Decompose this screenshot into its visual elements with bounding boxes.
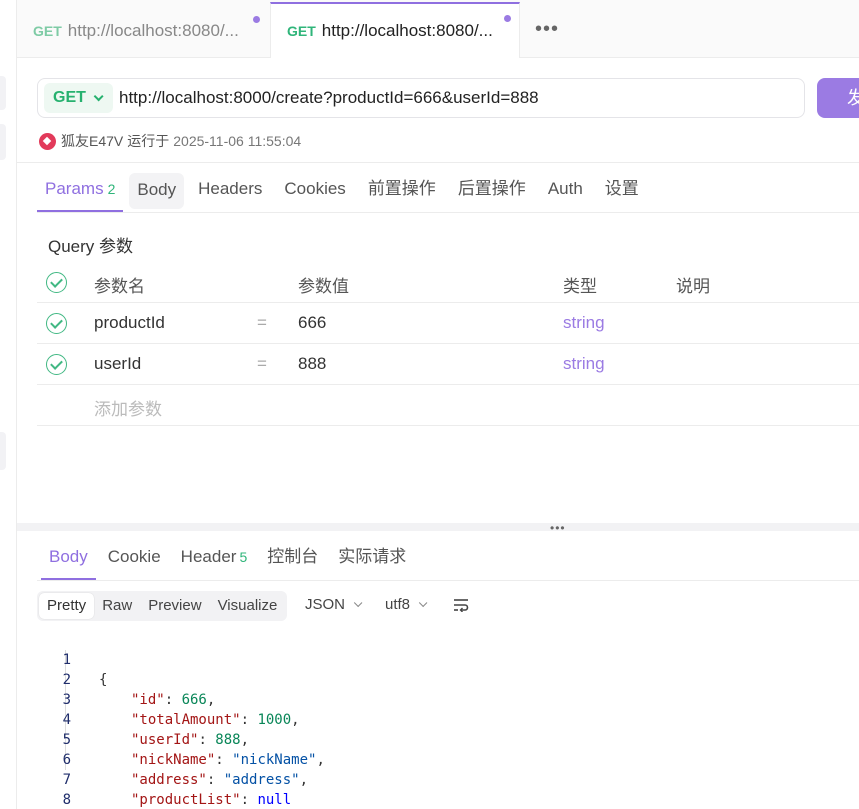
param-value[interactable]: 888	[298, 354, 326, 374]
header-type: 类型	[563, 277, 597, 296]
chevron-down-icon	[93, 90, 104, 101]
tab-auth[interactable]: Auth	[540, 170, 591, 212]
user-avatar-icon	[39, 132, 56, 150]
table-row: userId = 888 string	[37, 344, 859, 385]
tab-post-request[interactable]: 后置操作	[450, 170, 534, 212]
sidebar-handle[interactable]	[0, 76, 6, 110]
left-sidebar-strip	[0, 0, 17, 809]
mode-preview-button[interactable]: Preview	[140, 593, 209, 619]
method-select[interactable]: GET	[44, 83, 113, 113]
more-tabs-icon[interactable]: •••	[535, 3, 559, 58]
request-section-tabs: Params 2 Body Headers Cookies 前置操作 后置操作 A…	[37, 170, 653, 212]
table-header-row: 参数名 参数值 类型 说明	[37, 262, 859, 303]
format-type-value: JSON	[305, 596, 346, 613]
tab-body[interactable]: Body	[129, 173, 185, 209]
code-line: 2 "id": 666,	[37, 650, 859, 708]
query-params-title: Query 参数	[48, 237, 134, 256]
mode-raw-button[interactable]: Raw	[94, 593, 140, 619]
url-input[interactable]: http://localhost:8000/create?productId=6…	[119, 88, 539, 108]
tab-response-header[interactable]: Header 5	[173, 537, 256, 580]
equals-sign: =	[257, 313, 267, 332]
header-desc: 说明	[676, 277, 710, 296]
code-line: 6 "address": "address",	[37, 730, 859, 788]
table-row: productId = 666 string	[37, 303, 859, 344]
method-value: GET	[53, 89, 86, 106]
response-tabs: Body Cookie Header 5 控制台 实际请求	[41, 537, 418, 580]
encoding-value: utf8	[385, 596, 411, 613]
view-mode-group: Pretty Raw Preview Visualize	[37, 591, 288, 621]
tab-headers[interactable]: Headers	[190, 170, 270, 212]
run-user: 狐友E47V	[61, 133, 124, 149]
equals-sign: =	[257, 354, 267, 373]
chevron-down-icon	[418, 598, 428, 607]
divider	[37, 212, 859, 213]
code-line: 4 "userId": 888,	[37, 690, 859, 748]
sidebar-handle[interactable]	[0, 432, 6, 470]
tab-label: Header	[180, 547, 237, 566]
code-line: 7 "productList": null	[37, 750, 859, 808]
params-count-badge: 2	[107, 181, 116, 197]
unsaved-dot-icon	[253, 16, 260, 23]
mode-visualize-button[interactable]: Visualize	[210, 593, 286, 619]
tab-label: http://localhost:8080/...	[67, 20, 239, 40]
add-param-input[interactable]: 添加参数	[94, 395, 162, 420]
tab-response-cookie[interactable]: Cookie	[100, 537, 169, 580]
word-wrap-icon[interactable]	[453, 598, 469, 612]
tab-response-body[interactable]: Body	[41, 537, 96, 580]
run-info: 狐友E47V 运行于 2025-11-06 11:55:04	[39, 130, 301, 152]
unsaved-dot-icon	[504, 15, 511, 22]
param-name[interactable]: productId	[94, 313, 165, 333]
tab-settings[interactable]: 设置	[597, 170, 647, 212]
header-name: 参数名	[94, 277, 145, 296]
url-bar: GET http://localhost:8000/create?product…	[37, 78, 805, 118]
json-value: null	[257, 792, 292, 808]
tab-label: Params	[45, 179, 104, 198]
divider	[17, 162, 859, 163]
run-timestamp: 2025-11-06 11:55:04	[173, 133, 302, 149]
add-param-row: 添加参数	[37, 385, 859, 426]
request-tab-active[interactable]: GET http://localhost:8080/...	[270, 2, 520, 58]
chevron-down-icon	[353, 598, 363, 607]
code-line: 5 "nickName": "nickName",	[37, 710, 859, 768]
line-number: 8	[62, 792, 71, 808]
sidebar-handle[interactable]	[0, 124, 6, 160]
request-tab-bar: GET http://localhost:8080/... GET http:/…	[17, 0, 859, 58]
tab-method: GET	[287, 23, 316, 39]
code-line: 8 }	[37, 770, 859, 808]
divider	[37, 580, 859, 581]
param-name[interactable]: userId	[94, 354, 141, 374]
header-count-badge: 5	[239, 549, 248, 565]
tab-actual-request[interactable]: 实际请求	[330, 537, 414, 580]
panel-splitter[interactable]	[17, 523, 859, 531]
tab-console[interactable]: 控制台	[259, 537, 326, 580]
json-key: "productList"	[131, 792, 241, 808]
request-tab[interactable]: GET http://localhost:8080/...	[17, 3, 269, 58]
mode-pretty-button[interactable]: Pretty	[39, 593, 95, 619]
tab-cookies[interactable]: Cookies	[276, 170, 353, 212]
header-value: 参数值	[298, 277, 349, 296]
row-checkbox[interactable]	[46, 313, 67, 334]
run-label: 运行于	[127, 133, 170, 149]
response-body-viewer[interactable]: 1 { 2 "id": 666, 3 "totalAmount": 1000, …	[37, 630, 859, 808]
param-type[interactable]: string	[563, 313, 605, 333]
params-table: 参数名 参数值 类型 说明 productId = 666 string use…	[37, 262, 859, 426]
format-type-select[interactable]: JSON	[305, 596, 363, 613]
param-value[interactable]: 666	[298, 313, 326, 333]
code-line: 3 "totalAmount": 1000,	[37, 670, 859, 728]
drag-handle-icon[interactable]: •••	[550, 521, 566, 535]
encoding-select[interactable]: utf8	[385, 596, 428, 613]
tab-pre-request[interactable]: 前置操作	[360, 170, 444, 212]
tab-method: GET	[33, 22, 62, 39]
row-checkbox[interactable]	[46, 354, 67, 375]
tab-params[interactable]: Params 2	[37, 170, 124, 212]
param-type[interactable]: string	[563, 354, 605, 374]
tab-label: http://localhost:8080/...	[321, 21, 493, 40]
select-all-checkbox[interactable]	[46, 272, 67, 293]
code-line: 1 {	[37, 630, 859, 688]
send-button[interactable]: 发	[817, 78, 859, 118]
